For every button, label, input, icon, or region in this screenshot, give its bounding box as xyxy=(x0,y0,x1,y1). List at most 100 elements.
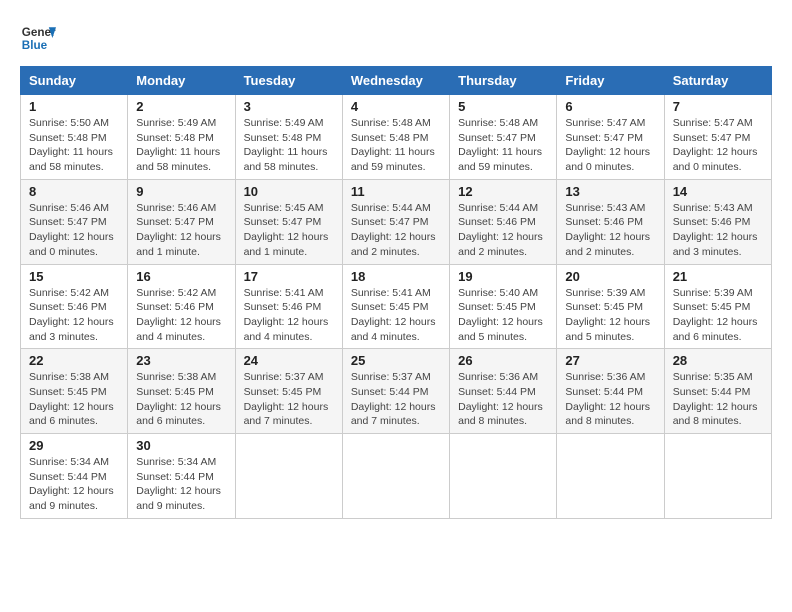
calendar-day-9: 9 Sunrise: 5:46 AM Sunset: 5:47 PM Dayli… xyxy=(128,179,235,264)
day-info: Sunrise: 5:35 AM Sunset: 5:44 PM Dayligh… xyxy=(673,370,763,429)
daylight: Daylight: 12 hours and 2 minutes. xyxy=(351,231,436,258)
sunrise: Sunrise: 5:45 AM xyxy=(244,202,324,214)
logo: General Blue xyxy=(20,20,56,56)
sunset: Sunset: 5:46 PM xyxy=(673,216,751,228)
sunset: Sunset: 5:46 PM xyxy=(244,301,322,313)
sunrise: Sunrise: 5:46 AM xyxy=(136,202,216,214)
sunrise: Sunrise: 5:43 AM xyxy=(565,202,645,214)
calendar-day-6: 6 Sunrise: 5:47 AM Sunset: 5:47 PM Dayli… xyxy=(557,95,664,180)
daylight: Daylight: 12 hours and 9 minutes. xyxy=(29,485,114,512)
col-header-wednesday: Wednesday xyxy=(342,67,449,95)
sunrise: Sunrise: 5:41 AM xyxy=(244,287,324,299)
day-number: 20 xyxy=(565,269,655,284)
daylight: Daylight: 12 hours and 3 minutes. xyxy=(29,316,114,343)
daylight: Daylight: 12 hours and 0 minutes. xyxy=(29,231,114,258)
day-info: Sunrise: 5:46 AM Sunset: 5:47 PM Dayligh… xyxy=(136,201,226,260)
col-header-monday: Monday xyxy=(128,67,235,95)
sunset: Sunset: 5:47 PM xyxy=(458,132,536,144)
empty-cell xyxy=(450,434,557,519)
day-info: Sunrise: 5:48 AM Sunset: 5:48 PM Dayligh… xyxy=(351,116,441,175)
sunset: Sunset: 5:47 PM xyxy=(136,216,214,228)
col-header-friday: Friday xyxy=(557,67,664,95)
day-number: 7 xyxy=(673,99,763,114)
sunset: Sunset: 5:45 PM xyxy=(458,301,536,313)
sunset: Sunset: 5:46 PM xyxy=(565,216,643,228)
sunrise: Sunrise: 5:34 AM xyxy=(29,456,109,468)
sunset: Sunset: 5:44 PM xyxy=(351,386,429,398)
calendar-day-28: 28 Sunrise: 5:35 AM Sunset: 5:44 PM Dayl… xyxy=(664,349,771,434)
sunrise: Sunrise: 5:38 AM xyxy=(29,371,109,383)
sunset: Sunset: 5:47 PM xyxy=(244,216,322,228)
sunset: Sunset: 5:47 PM xyxy=(29,216,107,228)
calendar-day-12: 12 Sunrise: 5:44 AM Sunset: 5:46 PM Dayl… xyxy=(450,179,557,264)
calendar-day-15: 15 Sunrise: 5:42 AM Sunset: 5:46 PM Dayl… xyxy=(21,264,128,349)
day-info: Sunrise: 5:50 AM Sunset: 5:48 PM Dayligh… xyxy=(29,116,119,175)
calendar-table: SundayMondayTuesdayWednesdayThursdayFrid… xyxy=(20,66,772,519)
day-number: 21 xyxy=(673,269,763,284)
day-number: 11 xyxy=(351,184,441,199)
calendar-day-24: 24 Sunrise: 5:37 AM Sunset: 5:45 PM Dayl… xyxy=(235,349,342,434)
day-info: Sunrise: 5:47 AM Sunset: 5:47 PM Dayligh… xyxy=(673,116,763,175)
calendar-day-26: 26 Sunrise: 5:36 AM Sunset: 5:44 PM Dayl… xyxy=(450,349,557,434)
day-info: Sunrise: 5:49 AM Sunset: 5:48 PM Dayligh… xyxy=(136,116,226,175)
day-info: Sunrise: 5:39 AM Sunset: 5:45 PM Dayligh… xyxy=(673,286,763,345)
sunset: Sunset: 5:47 PM xyxy=(673,132,751,144)
calendar-day-25: 25 Sunrise: 5:37 AM Sunset: 5:44 PM Dayl… xyxy=(342,349,449,434)
day-number: 23 xyxy=(136,353,226,368)
day-info: Sunrise: 5:48 AM Sunset: 5:47 PM Dayligh… xyxy=(458,116,548,175)
calendar-day-4: 4 Sunrise: 5:48 AM Sunset: 5:48 PM Dayli… xyxy=(342,95,449,180)
day-info: Sunrise: 5:46 AM Sunset: 5:47 PM Dayligh… xyxy=(29,201,119,260)
daylight: Daylight: 12 hours and 2 minutes. xyxy=(458,231,543,258)
daylight: Daylight: 12 hours and 6 minutes. xyxy=(29,401,114,428)
sunset: Sunset: 5:47 PM xyxy=(565,132,643,144)
day-info: Sunrise: 5:36 AM Sunset: 5:44 PM Dayligh… xyxy=(565,370,655,429)
daylight: Daylight: 11 hours and 59 minutes. xyxy=(458,146,542,173)
calendar-day-20: 20 Sunrise: 5:39 AM Sunset: 5:45 PM Dayl… xyxy=(557,264,664,349)
day-number: 12 xyxy=(458,184,548,199)
sunrise: Sunrise: 5:40 AM xyxy=(458,287,538,299)
day-info: Sunrise: 5:45 AM Sunset: 5:47 PM Dayligh… xyxy=(244,201,334,260)
daylight: Daylight: 12 hours and 7 minutes. xyxy=(351,401,436,428)
daylight: Daylight: 12 hours and 4 minutes. xyxy=(351,316,436,343)
day-number: 27 xyxy=(565,353,655,368)
calendar-day-17: 17 Sunrise: 5:41 AM Sunset: 5:46 PM Dayl… xyxy=(235,264,342,349)
daylight: Daylight: 12 hours and 6 minutes. xyxy=(136,401,221,428)
day-number: 19 xyxy=(458,269,548,284)
day-number: 24 xyxy=(244,353,334,368)
day-number: 30 xyxy=(136,438,226,453)
sunrise: Sunrise: 5:34 AM xyxy=(136,456,216,468)
sunset: Sunset: 5:44 PM xyxy=(673,386,751,398)
calendar-day-7: 7 Sunrise: 5:47 AM Sunset: 5:47 PM Dayli… xyxy=(664,95,771,180)
sunset: Sunset: 5:45 PM xyxy=(136,386,214,398)
day-info: Sunrise: 5:37 AM Sunset: 5:45 PM Dayligh… xyxy=(244,370,334,429)
sunrise: Sunrise: 5:43 AM xyxy=(673,202,753,214)
daylight: Daylight: 12 hours and 8 minutes. xyxy=(673,401,758,428)
col-header-saturday: Saturday xyxy=(664,67,771,95)
daylight: Daylight: 12 hours and 6 minutes. xyxy=(673,316,758,343)
calendar-day-14: 14 Sunrise: 5:43 AM Sunset: 5:46 PM Dayl… xyxy=(664,179,771,264)
day-number: 3 xyxy=(244,99,334,114)
day-info: Sunrise: 5:39 AM Sunset: 5:45 PM Dayligh… xyxy=(565,286,655,345)
day-number: 10 xyxy=(244,184,334,199)
day-info: Sunrise: 5:44 AM Sunset: 5:46 PM Dayligh… xyxy=(458,201,548,260)
day-number: 16 xyxy=(136,269,226,284)
day-number: 26 xyxy=(458,353,548,368)
day-info: Sunrise: 5:42 AM Sunset: 5:46 PM Dayligh… xyxy=(136,286,226,345)
day-info: Sunrise: 5:37 AM Sunset: 5:44 PM Dayligh… xyxy=(351,370,441,429)
sunset: Sunset: 5:45 PM xyxy=(244,386,322,398)
calendar-day-27: 27 Sunrise: 5:36 AM Sunset: 5:44 PM Dayl… xyxy=(557,349,664,434)
daylight: Daylight: 12 hours and 3 minutes. xyxy=(673,231,758,258)
calendar-day-10: 10 Sunrise: 5:45 AM Sunset: 5:47 PM Dayl… xyxy=(235,179,342,264)
daylight: Daylight: 11 hours and 59 minutes. xyxy=(351,146,435,173)
sunrise: Sunrise: 5:39 AM xyxy=(673,287,753,299)
empty-cell xyxy=(235,434,342,519)
daylight: Daylight: 12 hours and 1 minute. xyxy=(244,231,329,258)
calendar-day-1: 1 Sunrise: 5:50 AM Sunset: 5:48 PM Dayli… xyxy=(21,95,128,180)
daylight: Daylight: 12 hours and 5 minutes. xyxy=(565,316,650,343)
daylight: Daylight: 12 hours and 5 minutes. xyxy=(458,316,543,343)
sunset: Sunset: 5:45 PM xyxy=(351,301,429,313)
calendar-day-23: 23 Sunrise: 5:38 AM Sunset: 5:45 PM Dayl… xyxy=(128,349,235,434)
sunrise: Sunrise: 5:44 AM xyxy=(351,202,431,214)
col-header-thursday: Thursday xyxy=(450,67,557,95)
day-number: 9 xyxy=(136,184,226,199)
